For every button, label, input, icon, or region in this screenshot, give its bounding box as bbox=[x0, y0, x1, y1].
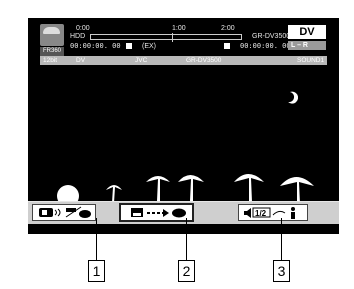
callout-line-1 bbox=[96, 218, 97, 260]
menu-button-3-icons: 1/2 bbox=[244, 207, 295, 219]
moon-icon bbox=[288, 91, 299, 104]
callout-2: 2 bbox=[178, 260, 195, 282]
menu-bar: 1/2 bbox=[28, 201, 339, 224]
tv-screen: FR360 0:00 1:00 2:00 HDD GR-DV3500 00:00… bbox=[28, 18, 339, 234]
palm-trees-icon bbox=[106, 174, 314, 204]
callout-1: 1 bbox=[88, 260, 105, 282]
menu-button-3[interactable]: 1/2 bbox=[238, 204, 308, 221]
callout-line-2 bbox=[186, 218, 187, 260]
menu-button-2[interactable] bbox=[119, 203, 194, 222]
callout-3: 3 bbox=[273, 260, 290, 282]
menu-button-2-icons bbox=[131, 208, 186, 218]
callout-line-3 bbox=[281, 218, 282, 260]
menu-button-1-icons bbox=[39, 206, 91, 218]
menu-button-1[interactable] bbox=[32, 204, 96, 221]
svg-text:1/2: 1/2 bbox=[255, 209, 267, 218]
